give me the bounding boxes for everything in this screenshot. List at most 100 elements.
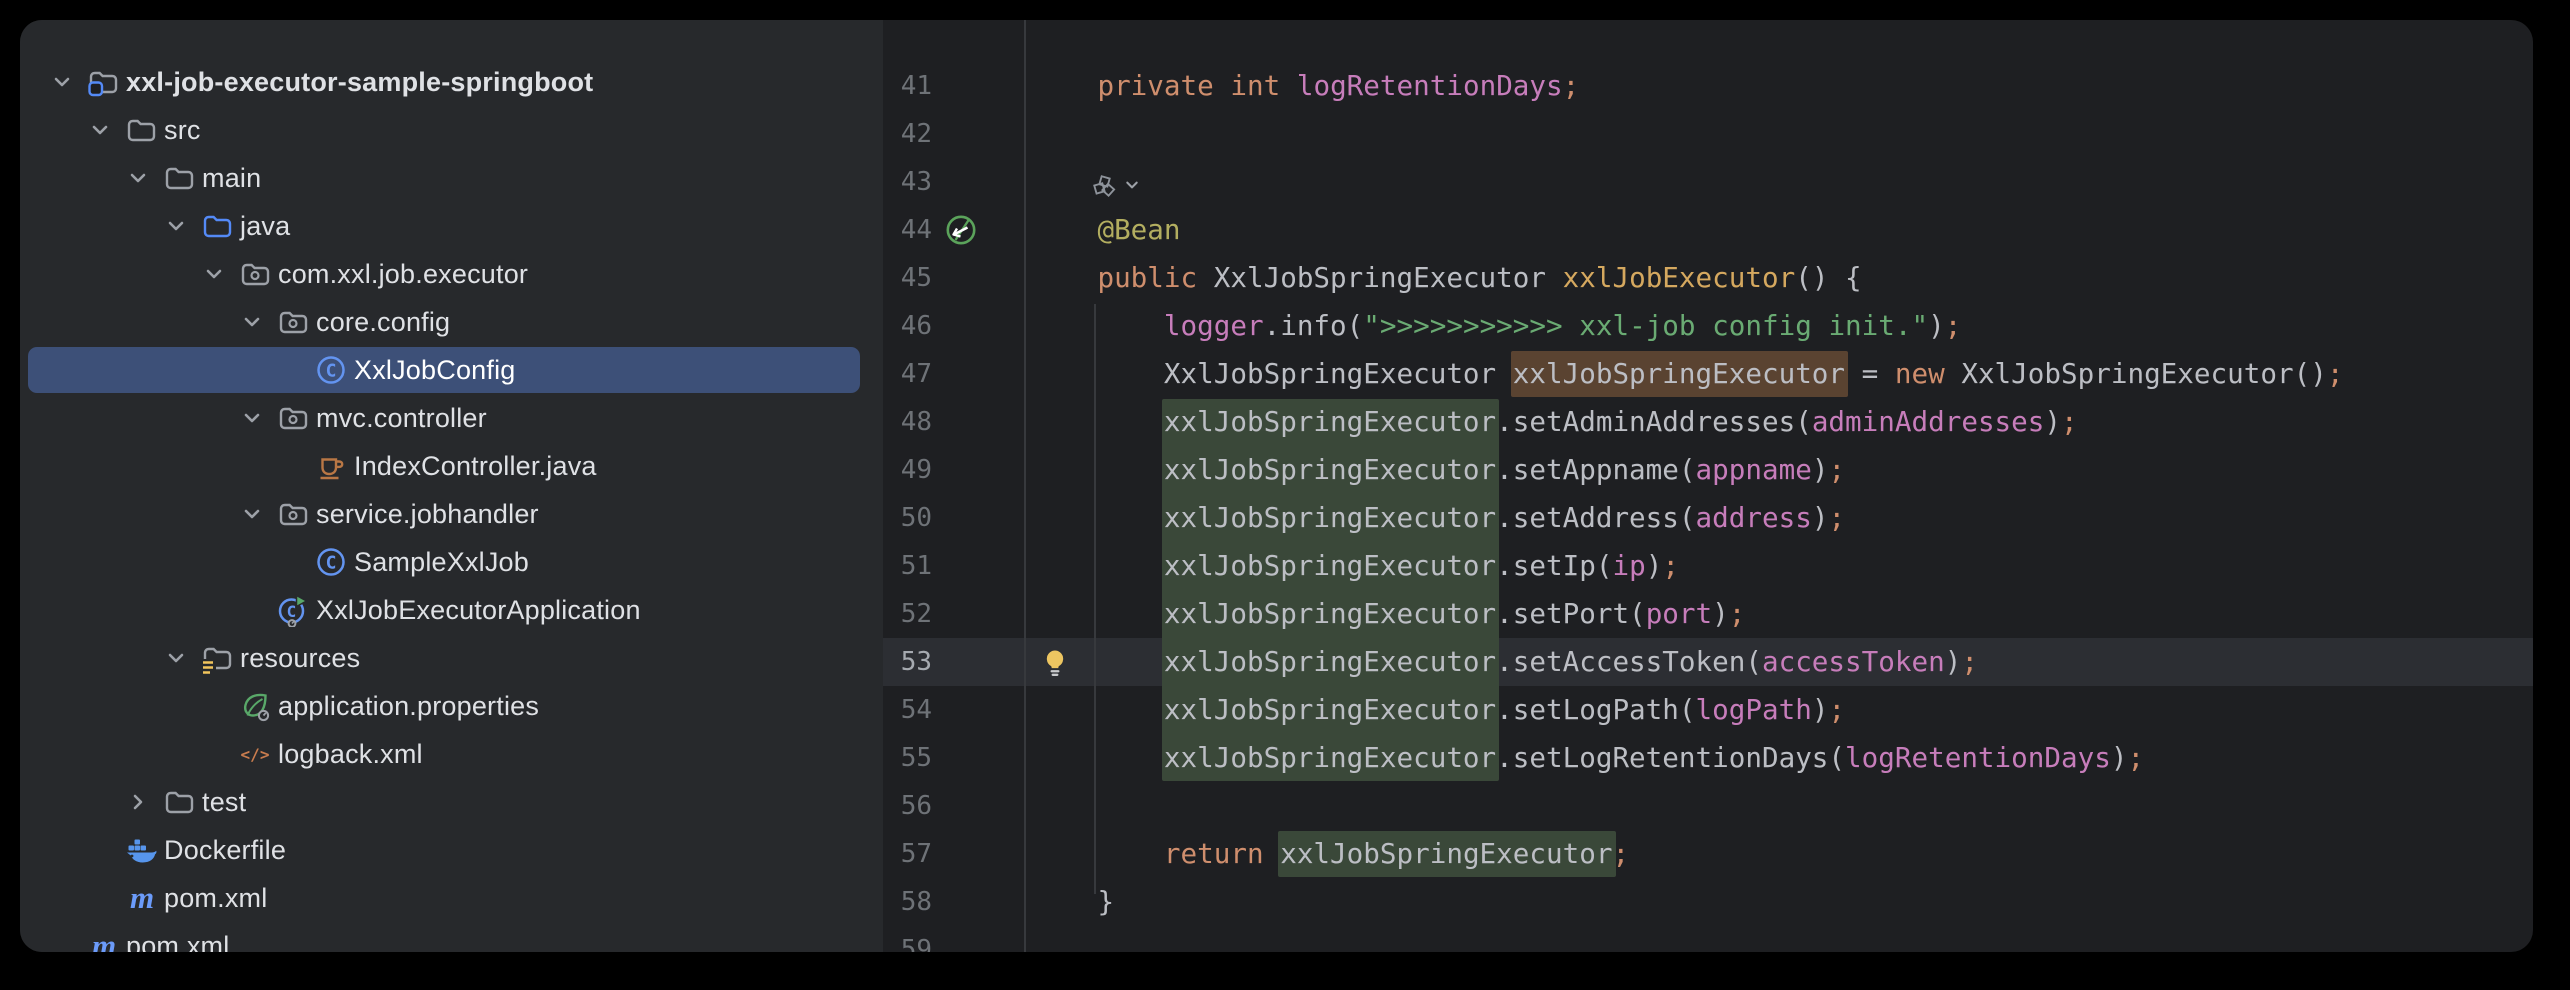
line-number[interactable]: 51 [883,542,932,590]
tree-item-xxljobconfig[interactable]: C XxlJobConfig [20,346,883,394]
line-number[interactable]: 55 [883,734,932,782]
line-number[interactable]: 48 [883,398,932,446]
line-number[interactable]: 54 [883,686,932,734]
chevron-down-icon[interactable] [200,260,228,288]
code-line-42[interactable]: 42 [883,110,2533,158]
chevron-right-icon[interactable] [124,788,152,816]
code-line-46[interactable]: 46 logger.info(">>>>>>>>>>> xxl-job conf… [883,302,2533,350]
svg-text:C: C [326,361,337,382]
spring-boot-app-icon: C [276,593,310,627]
line-number[interactable]: 53 [883,638,932,686]
tree-item-logback-xml[interactable]: </>logback.xml [20,730,883,778]
chevron-down-icon[interactable] [162,644,190,672]
code-text: public XxlJobSpringExecutor xxlJobExecut… [1031,254,1862,302]
tree-item-com-xxl-job-executor[interactable]: com.xxl.job.executor [20,250,883,298]
code-line-53[interactable]: 53 xxlJobSpringExecutor.setAccessToken(a… [883,638,2533,686]
tree-item-java[interactable]: java [20,202,883,250]
line-number[interactable]: 56 [883,782,932,830]
code-line-49[interactable]: 49 xxlJobSpringExecutor.setAppname(appna… [883,446,2533,494]
code-line-57[interactable]: 57 return xxlJobSpringExecutor; [883,830,2533,878]
code-editor[interactable]: 41 private int logRetentionDays;424344 @… [883,20,2533,952]
maven-file-icon: m [86,929,120,952]
chevron-spacer [86,884,114,912]
ide-window: xxl-job-executor-sample-springboot srcmai… [20,20,2533,952]
tree-item-indexcontroller-java[interactable]: IndexController.java [20,442,883,490]
code-line-44[interactable]: 44 @Bean [883,206,2533,254]
code-line-41[interactable]: 41 private int logRetentionDays; [883,62,2533,110]
code-text: xxlJobSpringExecutor.setAccessToken(acce… [1031,638,1978,686]
line-number[interactable]: 50 [883,494,932,542]
line-number[interactable]: 49 [883,446,932,494]
tree-item-samplexxljob[interactable]: CSampleXxlJob [20,538,883,586]
chevron-spacer [276,356,304,384]
line-number[interactable]: 43 [883,158,932,206]
tree-item-xxljobexecutorapplication[interactable]: CXxlJobExecutorApplication [20,586,883,634]
tree-item-main[interactable]: main [20,154,883,202]
line-number[interactable]: 42 [883,110,932,158]
chevron-down-icon[interactable] [238,404,266,432]
line-number[interactable]: 46 [883,302,932,350]
tree-item-core-config[interactable]: core.config [20,298,883,346]
chevron-down-icon[interactable] [238,500,266,528]
tree-item-label: resources [240,643,360,674]
chevron-spacer [276,548,304,576]
code-text: xxlJobSpringExecutor.setAddress(address)… [1031,494,1845,542]
chevron-down-icon[interactable] [238,308,266,336]
tree-item-pom-xml[interactable]: m pom.xml [20,874,883,922]
line-number[interactable]: 52 [883,590,932,638]
ai-sparkle-icon[interactable] [1092,174,1118,200]
lightbulb-icon[interactable] [1040,647,1070,677]
chevron-down-icon[interactable] [124,164,152,192]
code-line-56[interactable]: 56 [883,782,2533,830]
project-tree-panel: xxl-job-executor-sample-springboot srcmai… [20,20,883,952]
line-number[interactable]: 41 [883,62,932,110]
tree-item-application-properties[interactable]: application.properties [20,682,883,730]
chevron-spacer [86,836,114,864]
tree-item-src[interactable]: src [20,106,883,154]
tree-item-dockerfile[interactable]: Dockerfile [20,826,883,874]
tree-item-label: pom.xml [164,883,267,914]
code-line-54[interactable]: 54 xxlJobSpringExecutor.setLogPath(logPa… [883,686,2533,734]
line-number[interactable]: 59 [883,926,932,952]
svg-text:C: C [287,602,297,621]
line-number[interactable]: 44 [883,206,932,254]
code-line-59[interactable]: 59 [883,926,2533,952]
chevron-spacer [200,740,228,768]
chevron-down-icon[interactable] [48,68,76,96]
spring-bean-icon[interactable] [944,213,978,247]
code-line-52[interactable]: 52 xxlJobSpringExecutor.setPort(port); [883,590,2533,638]
code-text: logger.info(">>>>>>>>>>> xxl-job config … [1031,302,1961,350]
code-line-58[interactable]: 58 } [883,878,2533,926]
code-line-50[interactable]: 50 xxlJobSpringExecutor.setAddress(addre… [883,494,2533,542]
inlay-chevron-down-icon[interactable] [1121,174,1143,196]
code-line-47[interactable]: 47 XxlJobSpringExecutor xxlJobSpringExec… [883,350,2533,398]
maven-file-icon: m [124,881,158,915]
tree-item-pom-xml[interactable]: mpom.xml [20,922,883,952]
line-number[interactable]: 47 [883,350,932,398]
tree-item-test[interactable]: test [20,778,883,826]
chevron-down-icon[interactable] [86,116,114,144]
svg-text:m: m [92,929,116,952]
package-icon [238,257,272,291]
code-line-48[interactable]: 48 xxlJobSpringExecutor.setAdminAddresse… [883,398,2533,446]
tree-item-mvc-controller[interactable]: mvc.controller [20,394,883,442]
chevron-down-icon[interactable] [162,212,190,240]
tree-item-label: Dockerfile [164,835,286,866]
svg-text:m: m [130,881,154,915]
line-number[interactable]: 57 [883,830,932,878]
code-line-51[interactable]: 51 xxlJobSpringExecutor.setIp(ip); [883,542,2533,590]
chevron-spacer [48,932,76,952]
tree-item-xxl-job-executor-sample-springboot[interactable]: xxl-job-executor-sample-springboot [20,58,883,106]
tree-item-label: XxlJobConfig [354,355,516,386]
tree-item-resources[interactable]: resources [20,634,883,682]
package-icon [276,401,310,435]
tree-item-label: xxl-job-executor-sample-springboot [126,67,593,98]
line-number[interactable]: 45 [883,254,932,302]
code-text: xxlJobSpringExecutor.setLogRetentionDays… [1031,734,2144,782]
line-number[interactable]: 58 [883,878,932,926]
folder-icon [162,161,196,195]
code-line-55[interactable]: 55 xxlJobSpringExecutor.setLogRetentionD… [883,734,2533,782]
code-line-45[interactable]: 45 public XxlJobSpringExecutor xxlJobExe… [883,254,2533,302]
tree-item-service-jobhandler[interactable]: service.jobhandler [20,490,883,538]
tree-item-label: IndexController.java [354,451,597,482]
